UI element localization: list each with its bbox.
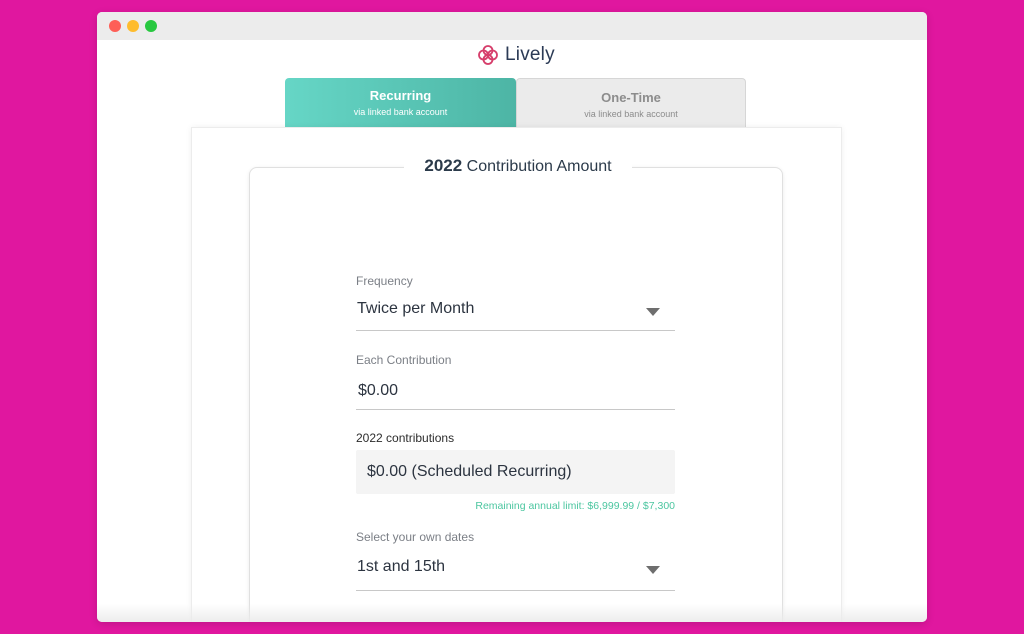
remaining-limit-text: Remaining annual limit: $6,999.99 / $7,3… — [475, 500, 675, 512]
each-contribution-value: $0.00 — [358, 382, 399, 399]
dates-value: 1st and 15th — [357, 558, 446, 575]
frequency-select[interactable]: Twice per Month — [356, 294, 675, 332]
tab-recurring-subtitle: via linked bank account — [353, 107, 448, 117]
frequency-label: Frequency — [356, 274, 413, 288]
maximize-window-button[interactable] — [145, 20, 157, 32]
card-title-year: 2022 — [424, 156, 463, 175]
each-contribution-underline — [356, 409, 675, 410]
lively-logo[interactable]: Lively — [477, 42, 555, 68]
contributions-summary-box: $0.00 (Scheduled Recurring) — [356, 450, 675, 494]
each-contribution-label: Each Contribution — [356, 353, 452, 367]
brand-name: Lively — [505, 44, 555, 65]
close-window-button[interactable] — [109, 20, 121, 32]
card-title-text: Contribution Amount — [466, 158, 612, 175]
frequency-underline — [356, 330, 675, 331]
frequency-value: Twice per Month — [357, 300, 475, 317]
contributions-summary-value: $0.00 (Scheduled Recurring) — [367, 463, 572, 480]
each-contribution-input[interactable]: $0.00 — [356, 376, 675, 410]
tab-recurring-title: Recurring — [369, 88, 432, 103]
dates-select[interactable]: 1st and 15th — [356, 552, 675, 590]
chevron-down-icon — [646, 566, 660, 574]
dates-label: Select your own dates — [356, 530, 475, 544]
minimize-window-button[interactable] — [127, 20, 139, 32]
contributions-summary-label: 2022 contributions — [356, 431, 455, 445]
tab-recurring[interactable]: Recurring via linked bank account — [285, 78, 516, 127]
window-titlebar — [97, 12, 927, 40]
card-title: 2022 Contribution Amount — [404, 154, 632, 178]
tab-one-time-subtitle: via linked bank account — [584, 109, 678, 119]
dates-underline — [356, 590, 675, 591]
scroll-fade — [97, 604, 927, 622]
chevron-down-icon — [646, 308, 660, 316]
browser-window: Lively Recurring via linked bank account… — [97, 12, 927, 622]
lively-clover-logo-icon — [478, 45, 498, 65]
tab-one-time-title: One-Time — [601, 90, 661, 105]
tab-one-time[interactable]: One-Time via linked bank account — [516, 78, 746, 127]
